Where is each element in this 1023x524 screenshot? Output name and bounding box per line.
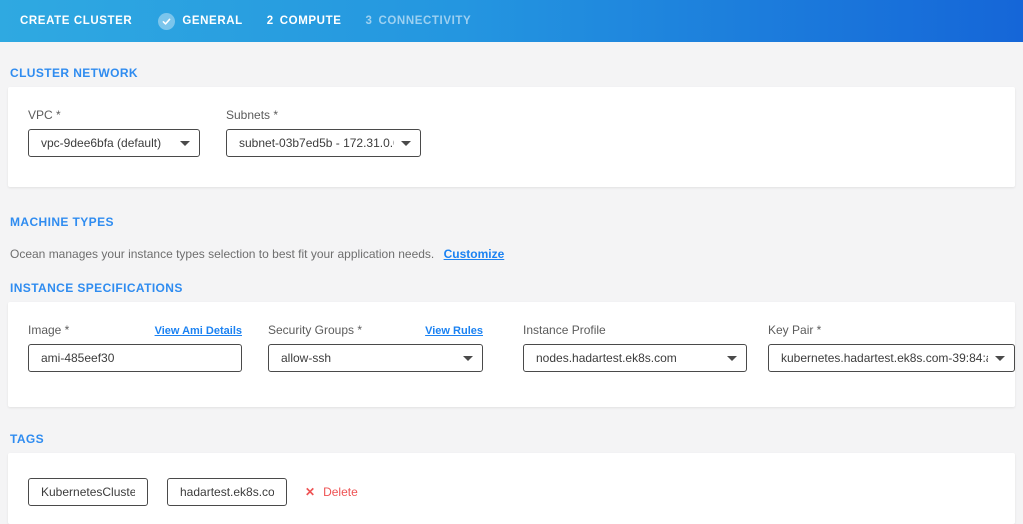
- machine-types-description: Ocean manages your instance types select…: [10, 247, 1023, 261]
- section-title-tags: TAGS: [10, 432, 1023, 446]
- tab-general[interactable]: GENERAL: [158, 13, 242, 30]
- tag-value-input[interactable]: [167, 478, 287, 506]
- instance-profile-select-value: nodes.hadartest.ek8s.com: [536, 351, 677, 365]
- tab-compute-number: 2: [267, 15, 274, 27]
- machine-types-description-text: Ocean manages your instance types select…: [10, 247, 434, 261]
- tab-general-label: GENERAL: [182, 15, 242, 27]
- tab-connectivity-number: 3: [365, 15, 372, 27]
- chevron-down-icon: [463, 356, 473, 361]
- check-icon: [158, 13, 175, 30]
- tags-card: ✕ Delete: [8, 453, 1015, 524]
- key-pair-label: Key Pair *: [768, 323, 821, 337]
- tab-connectivity[interactable]: 3 CONNECTIVITY: [365, 15, 471, 27]
- instance-profile-label: Instance Profile: [523, 323, 606, 337]
- delete-tag-label: Delete: [323, 485, 358, 499]
- image-input[interactable]: [28, 344, 242, 372]
- chevron-down-icon: [995, 356, 1005, 361]
- key-pair-field: Key Pair * kubernetes.hadartest.ek8s.com…: [768, 323, 1015, 372]
- security-groups-select[interactable]: allow-ssh: [268, 344, 483, 372]
- tab-connectivity-label: CONNECTIVITY: [378, 15, 471, 27]
- wizard-header: CREATE CLUSTER GENERAL 2 COMPUTE 3 CONNE…: [0, 0, 1023, 42]
- security-groups-label: Security Groups *: [268, 323, 362, 337]
- tab-compute[interactable]: 2 COMPUTE: [267, 15, 342, 27]
- section-title-instance-specifications: INSTANCE SPECIFICATIONS: [10, 281, 1023, 295]
- security-groups-select-value: allow-ssh: [281, 351, 331, 365]
- chevron-down-icon: [180, 141, 190, 146]
- instance-specifications-card: Image * View Ami Details Security Groups…: [8, 302, 1015, 407]
- image-label: Image *: [28, 323, 69, 337]
- subnets-select-value: subnet-03b7ed5b - 172.31.0.0/20 ...: [239, 136, 394, 150]
- vpc-label: VPC *: [28, 108, 61, 122]
- section-title-machine-types: MACHINE TYPES: [10, 215, 1023, 229]
- vpc-select-value: vpc-9dee6bfa (default): [41, 136, 161, 150]
- view-rules-link[interactable]: View Rules: [425, 325, 483, 337]
- image-field: Image * View Ami Details: [28, 323, 242, 372]
- wizard-title: CREATE CLUSTER: [20, 15, 132, 27]
- close-icon: ✕: [305, 485, 315, 499]
- subnets-label: Subnets *: [226, 108, 278, 122]
- chevron-down-icon: [727, 356, 737, 361]
- subnets-field: Subnets * subnet-03b7ed5b - 172.31.0.0/2…: [226, 108, 421, 157]
- security-groups-field: Security Groups * View Rules allow-ssh: [268, 323, 483, 372]
- instance-profile-field: Instance Profile nodes.hadartest.ek8s.co…: [523, 323, 747, 372]
- key-pair-select-value: kubernetes.hadartest.ek8s.com-39:84:a5:9…: [781, 351, 988, 365]
- tab-compute-label: COMPUTE: [280, 15, 342, 27]
- tag-row: ✕ Delete: [28, 478, 1015, 506]
- delete-tag-button[interactable]: ✕ Delete: [305, 485, 358, 499]
- instance-profile-select[interactable]: nodes.hadartest.ek8s.com: [523, 344, 747, 372]
- customize-link[interactable]: Customize: [444, 247, 505, 261]
- section-title-cluster-network: CLUSTER NETWORK: [10, 66, 1023, 80]
- cluster-network-card: VPC * vpc-9dee6bfa (default) Subnets * s…: [8, 87, 1015, 187]
- tag-key-input[interactable]: [28, 478, 148, 506]
- key-pair-select[interactable]: kubernetes.hadartest.ek8s.com-39:84:a5:9…: [768, 344, 1015, 372]
- subnets-select[interactable]: subnet-03b7ed5b - 172.31.0.0/20 ...: [226, 129, 421, 157]
- chevron-down-icon: [401, 141, 411, 146]
- vpc-select[interactable]: vpc-9dee6bfa (default): [28, 129, 200, 157]
- vpc-field: VPC * vpc-9dee6bfa (default): [28, 108, 200, 157]
- view-ami-details-link[interactable]: View Ami Details: [155, 325, 242, 337]
